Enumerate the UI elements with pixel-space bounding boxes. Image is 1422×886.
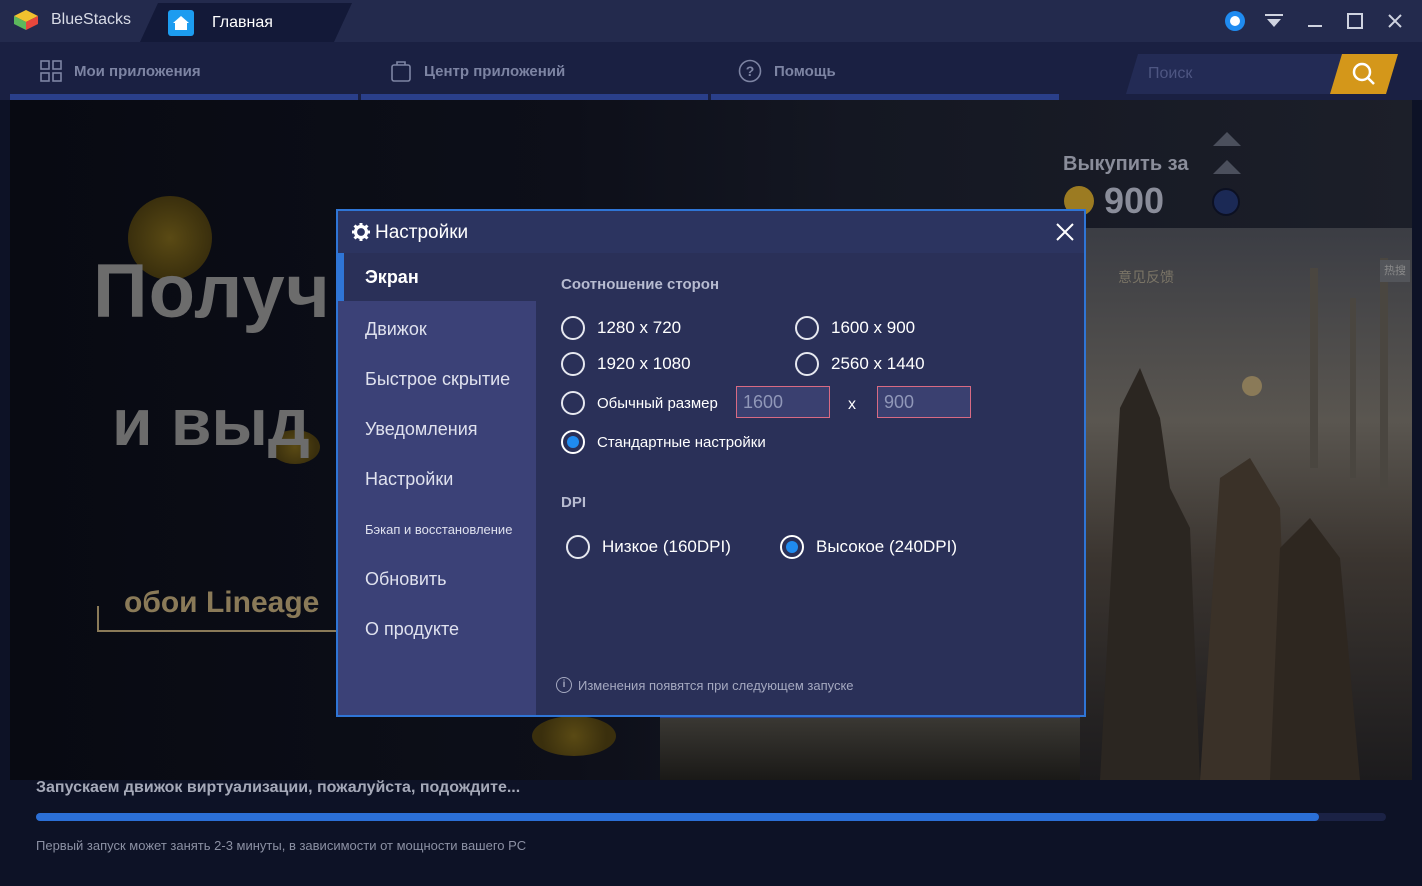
- radio-custom-size[interactable]: Обычный размер: [561, 391, 718, 415]
- hot-tag: 热搜: [1380, 260, 1410, 282]
- menu-button[interactable]: [1261, 8, 1287, 34]
- custom-height-input[interactable]: [877, 386, 971, 418]
- custom-width-input[interactable]: [736, 386, 830, 418]
- account-icon: [1225, 11, 1245, 31]
- search-input[interactable]: [1148, 62, 1318, 86]
- radio-label: Высокое (240DPI): [816, 537, 957, 556]
- grid-icon: [40, 60, 62, 82]
- radio-label: Обычный размер: [597, 394, 718, 412]
- sidebar-item-update[interactable]: Обновить: [338, 555, 536, 603]
- sidebar-item-settings[interactable]: Настройки: [338, 455, 536, 503]
- buy-label: Выкупить за: [1063, 153, 1189, 175]
- sidebar-item-about[interactable]: О продукте: [338, 605, 536, 653]
- radio-circle-checked: [780, 535, 804, 559]
- radio-default-settings[interactable]: Стандартные настройки: [561, 430, 766, 454]
- size-separator: x: [848, 396, 856, 413]
- restart-note: i Изменения появятся при следующем запус…: [556, 677, 854, 693]
- aspect-ratio-title: Соотношение сторон: [561, 276, 720, 293]
- nav-app-center-label: Центр приложений: [424, 62, 566, 80]
- nav-bar: Мои приложения Центр приложений ? Помощь: [0, 42, 1422, 100]
- sidebar-item-engine[interactable]: Движок: [338, 305, 536, 353]
- status-note: Первый запуск может занять 2-3 минуты, в…: [36, 838, 527, 853]
- nav-my-apps[interactable]: Мои приложения: [40, 42, 201, 100]
- scroll-up-icon[interactable]: [1213, 160, 1241, 174]
- tab-home[interactable]: Главная: [140, 3, 352, 42]
- promo-headline-2: и выд: [112, 385, 310, 459]
- close-icon: [1388, 14, 1402, 28]
- tab-home-label: Главная: [212, 14, 273, 31]
- settings-content: Соотношение сторон 1280 x 720 1600 x 900…: [536, 253, 1084, 715]
- radio-circle: [561, 352, 585, 376]
- close-icon[interactable]: [1054, 221, 1076, 243]
- radio-label: Стандартные настройки: [597, 433, 766, 451]
- restart-note-text: Изменения появятся при следующем запуске: [578, 677, 854, 693]
- app-name: BlueStacks: [51, 11, 132, 28]
- game-characters-image: [1100, 258, 1388, 780]
- home-icon: [168, 10, 194, 36]
- settings-dialog: Настройки Экран Движок Быстрое скрытие У…: [336, 209, 1086, 717]
- radio-1600x900[interactable]: 1600 x 900: [795, 316, 915, 340]
- game-banner-image[interactable]: [1080, 228, 1412, 780]
- radio-circle: [795, 352, 819, 376]
- feedback-label: 意见反馈: [1118, 269, 1174, 285]
- nav-help-label: Помощь: [774, 62, 836, 80]
- status-message: Запускаем движок виртуализации, пожалуйс…: [36, 779, 521, 796]
- scroll-indicator[interactable]: [1212, 188, 1240, 216]
- help-icon: ?: [738, 59, 762, 83]
- sidebar-item-screen[interactable]: Экран: [338, 253, 536, 301]
- radio-label: 1600 x 900: [831, 318, 916, 337]
- radio-label: Низкое (160DPI): [602, 537, 731, 556]
- bluestacks-logo-icon: [14, 10, 38, 30]
- radio-1920x1080[interactable]: 1920 x 1080: [561, 352, 691, 376]
- nav-help[interactable]: ? Помощь: [738, 42, 836, 100]
- radio-2560x1440[interactable]: 2560 x 1440: [795, 352, 925, 376]
- minimize-icon: [1308, 25, 1322, 27]
- radio-dpi-low[interactable]: Низкое (160DPI): [566, 535, 731, 559]
- radio-1280x720[interactable]: 1280 x 720: [561, 316, 681, 340]
- close-window-button[interactable]: [1382, 8, 1408, 34]
- dialog-title: Настройки: [375, 222, 469, 243]
- scroll-up-icon[interactable]: [1213, 132, 1241, 146]
- sidebar-item-notifications[interactable]: Уведомления: [338, 405, 536, 453]
- dropdown-icon: [1265, 14, 1283, 27]
- radio-circle: [561, 316, 585, 340]
- nav-my-apps-label: Мои приложения: [74, 62, 201, 80]
- radio-label: 1280 x 720: [597, 318, 682, 337]
- nav-app-center[interactable]: Центр приложений: [390, 42, 565, 100]
- radio-circle: [561, 391, 585, 415]
- game-banner-bottom: [660, 716, 1080, 780]
- promo-headline: Получ: [93, 249, 331, 334]
- progress-bar: [36, 813, 1386, 821]
- account-button[interactable]: [1222, 8, 1248, 34]
- promo-subtitle: обои Lineage: [124, 586, 320, 619]
- buy-price: 900: [1104, 180, 1165, 221]
- radio-dpi-high[interactable]: Высокое (240DPI): [780, 535, 957, 559]
- radio-circle: [795, 316, 819, 340]
- dpi-title: DPI: [561, 494, 587, 511]
- radio-label: 2560 x 1440: [831, 354, 925, 373]
- svg-text:?: ?: [746, 63, 755, 79]
- minimize-button[interactable]: [1302, 8, 1328, 34]
- settings-sidebar: Экран Движок Быстрое скрытие Уведомления…: [338, 253, 536, 715]
- gear-icon: [352, 223, 370, 241]
- radio-circle-checked: [561, 430, 585, 454]
- sidebar-item-quick-hide[interactable]: Быстрое скрытие: [338, 355, 536, 403]
- title-bar: BlueStacks Главная: [0, 0, 1422, 42]
- maximize-icon: [1347, 13, 1363, 29]
- radio-circle: [566, 535, 590, 559]
- maximize-button[interactable]: [1342, 8, 1368, 34]
- coin-decoration: [532, 716, 616, 756]
- sidebar-item-backup[interactable]: Бэкап и восстановление: [338, 505, 536, 553]
- search-box: [1126, 54, 1344, 94]
- radio-label: 1920 x 1080: [597, 354, 691, 373]
- info-icon: i: [556, 677, 572, 693]
- progress-fill: [36, 813, 1319, 821]
- dialog-header: Настройки: [338, 211, 1084, 253]
- bag-icon: [391, 61, 411, 82]
